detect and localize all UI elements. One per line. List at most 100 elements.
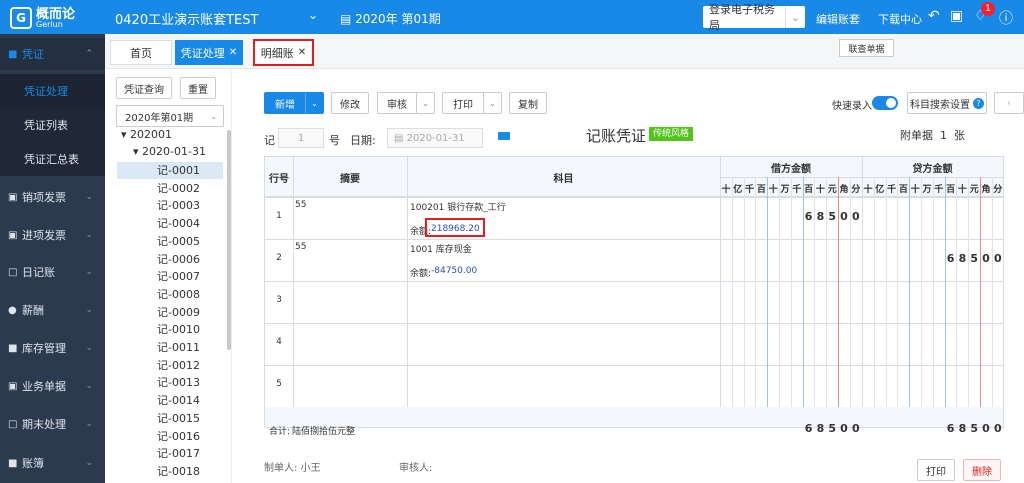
tree-voucher-item[interactable]: 记-0007 xyxy=(117,268,223,285)
tree-voucher-item[interactable]: 记-0001 xyxy=(117,162,223,179)
unit-digit-label: 千 xyxy=(887,185,897,195)
style-badge[interactable]: 传统风格 xyxy=(649,127,694,141)
sidebar-item-purchase-invoice[interactable]: ▣ 进项发票 ⌄ xyxy=(0,219,105,251)
new-button[interactable]: 新增 ⌄ xyxy=(264,92,324,114)
summary-cell[interactable]: 55 xyxy=(295,242,306,252)
tree-voucher-item[interactable]: 记-0016 xyxy=(117,428,223,445)
tree-voucher-item[interactable]: 记-0005 xyxy=(117,233,223,250)
chevron-down-icon[interactable]: ⌄ xyxy=(785,6,805,28)
sidebar-item-salary[interactable]: ● 薪酬 ⌄ xyxy=(0,294,105,326)
unit-digit-label: 元 xyxy=(969,185,979,195)
close-icon[interactable]: ✕ xyxy=(298,47,306,58)
edit-account-link[interactable]: 编辑账套 xyxy=(816,11,860,27)
sidebar-subitem-voucher-processing[interactable]: 凭证处理 xyxy=(0,74,105,108)
chevron-down-icon[interactable]: ⌄ xyxy=(416,93,434,113)
account-name[interactable]: 0420工业演示账套TEST xyxy=(115,9,258,28)
summary-cell[interactable]: 55 xyxy=(295,200,306,210)
sidebar-subitem-voucher-summary[interactable]: 凭证汇总表 xyxy=(0,142,105,176)
audit-button[interactable]: 审核 ⌄ xyxy=(377,92,435,114)
chevron-down-icon[interactable]: ⌄ xyxy=(483,93,501,113)
tree-voucher-item[interactable]: 记-0004 xyxy=(117,215,223,232)
header-account: 科目 xyxy=(553,173,574,185)
sidebar-item-label: 业务单据 xyxy=(22,380,66,393)
tree-voucher-item[interactable]: 记-0009 xyxy=(117,304,223,321)
grid-line xyxy=(265,197,1003,198)
print-button[interactable]: 打印 ⌄ xyxy=(442,92,502,114)
logo-mark-icon: G xyxy=(10,7,32,29)
tree-voucher-item[interactable]: 记-0017 xyxy=(117,445,223,462)
grid-line xyxy=(909,177,911,427)
tree-voucher-item[interactable]: 记-0010 xyxy=(117,321,223,338)
sidebar-item-voucher[interactable]: ■ 凭证 ⌃ xyxy=(0,38,105,70)
tree-voucher-item[interactable]: 记-0011 xyxy=(117,339,223,356)
scrollbar[interactable] xyxy=(227,130,231,350)
total-amount-digit: 0 xyxy=(982,422,990,435)
tree-voucher-item[interactable]: 记-0003 xyxy=(117,197,223,214)
period-label[interactable]: ▤ 2020年 第01期 xyxy=(340,10,441,27)
sidebar-subitem-voucher-list[interactable]: 凭证列表 xyxy=(0,108,105,142)
tab-home[interactable]: 首页 xyxy=(110,40,172,65)
chevron-down-icon[interactable]: ⌄ xyxy=(305,93,323,113)
linked-documents-button[interactable]: 联查单据 xyxy=(839,39,894,57)
sidebar-item-inventory[interactable]: ■ 库存管理 ⌄ xyxy=(0,332,105,364)
grid-line xyxy=(991,177,993,427)
tree-root[interactable]: ▾ 202001 xyxy=(121,128,172,141)
sidebar-item-label: 库存管理 xyxy=(22,342,66,355)
chevron-down-icon[interactable]: ⌄ xyxy=(308,8,318,22)
tree-voucher-item[interactable]: 记-0018 xyxy=(117,463,223,480)
chevron-down-icon: ⌄ xyxy=(85,458,93,468)
period-select[interactable]: 2020年第01期 ⌄ xyxy=(116,105,224,127)
chevron-down-icon: ⌄ xyxy=(85,343,93,353)
account-search-settings-button[interactable]: 科目搜索设置? xyxy=(907,92,987,114)
header-summary: 摘要 xyxy=(340,173,360,185)
account-cell[interactable]: 1001 库存现金 xyxy=(410,242,472,255)
attachment-count[interactable]: 附单据 1 张 xyxy=(900,127,965,143)
grid-line xyxy=(720,157,721,427)
top-bar: G 概而论 Gerlun 0420工业演示账套TEST ⌄ ▤ 2020年 第01… xyxy=(0,0,1024,34)
help-icon[interactable]: ⓘ xyxy=(999,8,1013,28)
sidebar-item-period-end[interactable]: □ 期末处理 ⌄ xyxy=(0,408,105,440)
tab-detail-ledger[interactable]: 明细账 ✕ xyxy=(253,39,314,66)
calculator-icon[interactable] xyxy=(498,132,510,140)
sidebar-item-ledger[interactable]: ■ 账簿 ⌄ xyxy=(0,447,105,479)
voucher-number-input[interactable]: 1 xyxy=(278,128,324,148)
maker-label: 制单人: 小王 xyxy=(264,463,321,474)
account-cell[interactable]: 100201 银行存款_工行 xyxy=(410,200,506,213)
download-center-link[interactable]: 下载中心 xyxy=(878,11,922,27)
sidebar-item-documents[interactable]: ▣ 业务单据 ⌄ xyxy=(0,370,105,402)
voucher-query-button[interactable]: 凭证查询 xyxy=(116,77,172,99)
fullscreen-icon[interactable]: ▣ xyxy=(950,8,963,24)
sidebar-item-sales-invoice[interactable]: ▣ 销项发票 ⌄ xyxy=(0,181,105,213)
tree-voucher-item[interactable]: 记-0008 xyxy=(117,286,223,303)
reset-button[interactable]: 重置 xyxy=(180,77,216,99)
sidebar-item-label: 日记账 xyxy=(22,266,55,279)
unit-digit-label: 万 xyxy=(922,185,932,195)
grid-line xyxy=(932,177,934,427)
grid-line xyxy=(980,177,981,427)
delete-button[interactable]: 删除 xyxy=(963,459,1001,481)
tree-date-node[interactable]: ▾ 2020-01-31 xyxy=(133,145,206,158)
voucher-date-input[interactable]: ▤ 2020-01-31 xyxy=(387,128,483,148)
search-settings-label: 科目搜索设置 xyxy=(910,99,970,111)
tree-voucher-item[interactable]: 记-0002 xyxy=(117,180,223,197)
tree-voucher-item[interactable]: 记-0014 xyxy=(117,392,223,409)
grid-line xyxy=(885,177,887,427)
close-icon[interactable]: ✕ xyxy=(229,47,237,58)
quick-entry-label: 快速录入 xyxy=(832,101,872,112)
copy-button[interactable]: 复制 xyxy=(509,92,547,114)
sidebar-item-journal[interactable]: □ 日记账 ⌄ xyxy=(0,256,105,288)
tree-voucher-item[interactable]: 记-0006 xyxy=(117,251,223,268)
tab-voucher-processing[interactable]: 凭证处理 ✕ xyxy=(175,40,243,65)
footer-print-button[interactable]: 打印 xyxy=(917,459,955,481)
quick-entry-toggle[interactable] xyxy=(872,96,898,110)
chevron-down-icon: ⌄ xyxy=(85,267,93,277)
chevron-down-icon: ⌄ xyxy=(85,381,93,391)
tree-voucher-item[interactable]: 记-0013 xyxy=(117,374,223,391)
back-icon[interactable]: ↶ xyxy=(928,8,940,24)
tax-bureau-button[interactable]: 登录电子税务局 ⌄ xyxy=(703,3,805,32)
tree-voucher-item[interactable]: 记-0012 xyxy=(117,357,223,374)
audit-label: 审核 xyxy=(387,99,407,111)
modify-button[interactable]: 修改 xyxy=(331,92,369,114)
tree-voucher-item[interactable]: 记-0015 xyxy=(117,410,223,427)
prev-voucher-button[interactable]: ‹ xyxy=(994,92,1024,114)
